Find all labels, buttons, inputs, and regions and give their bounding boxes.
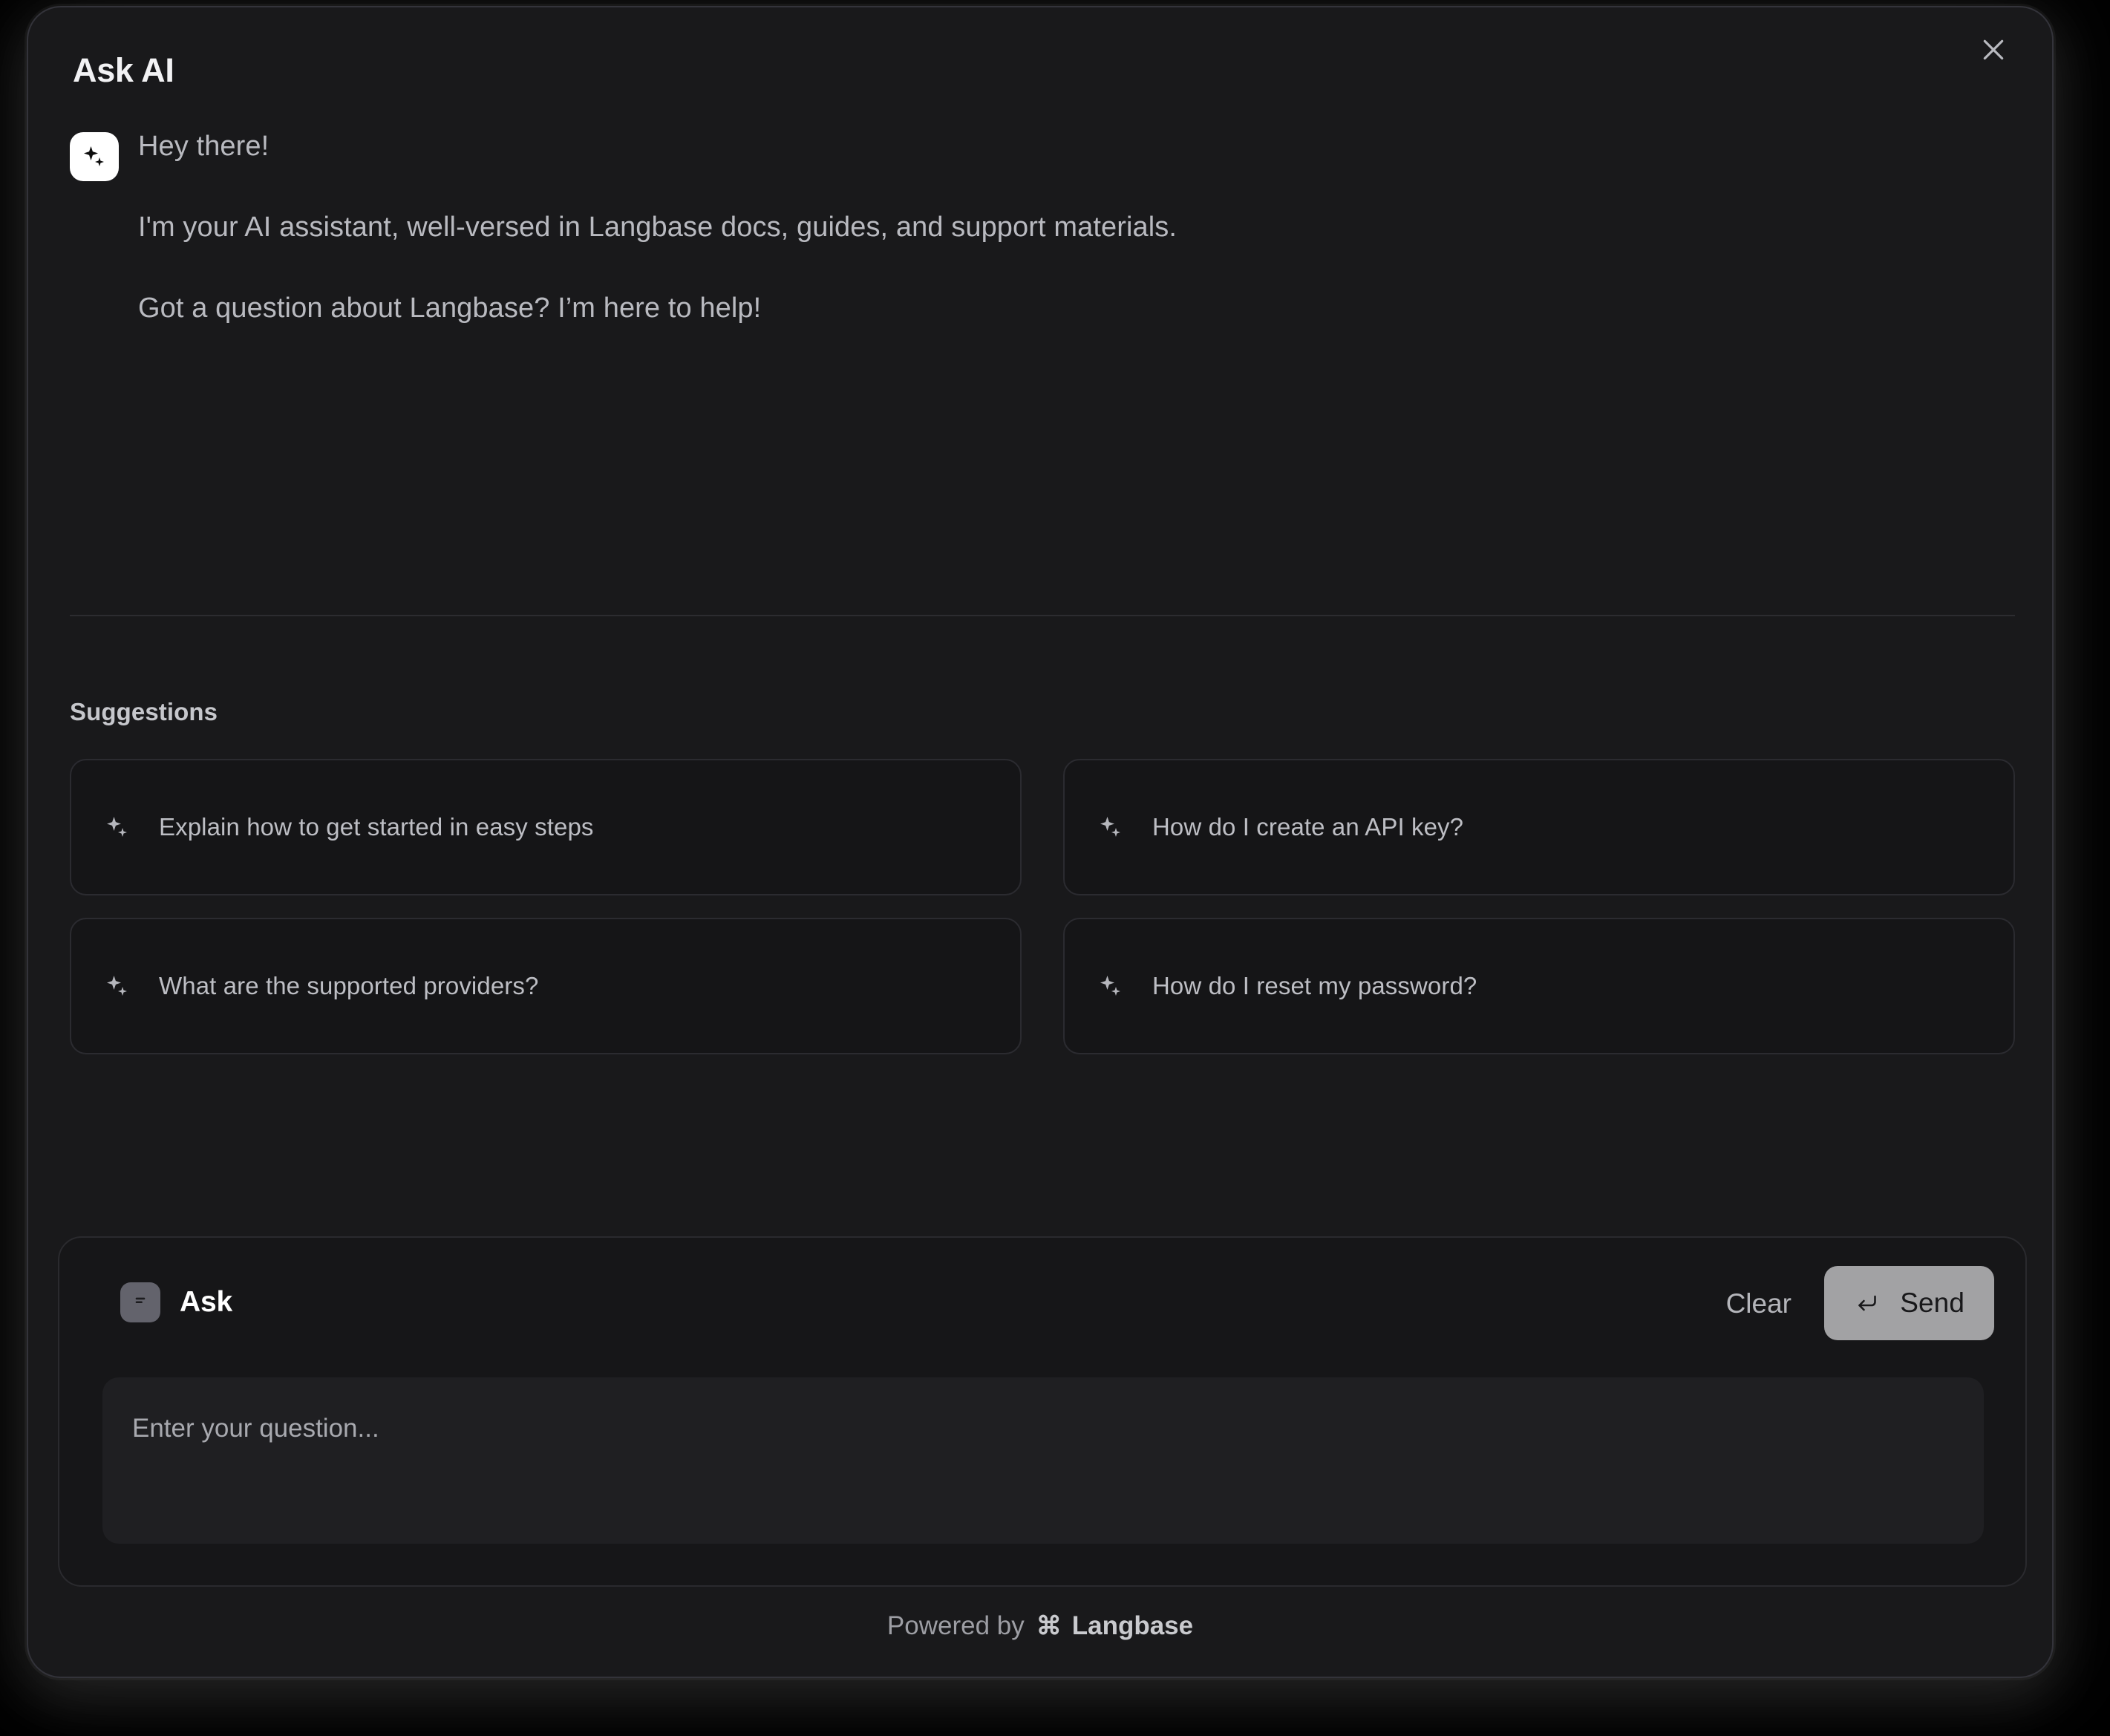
suggestion-card[interactable]: How do I create an API key? — [1063, 759, 2015, 895]
screen: Ask AI Hey there! I'm your AI assistant,… — [0, 0, 2110, 1736]
brand-name: Langbase — [1071, 1611, 1194, 1640]
suggestion-label: Explain how to get started in easy steps — [159, 813, 594, 841]
sparkles-icon — [1094, 811, 1127, 843]
clear-button[interactable]: Clear — [1719, 1284, 1799, 1324]
section-divider — [70, 615, 2015, 616]
suggestion-label: How do I create an API key? — [1152, 813, 1464, 841]
powered-by-label: Powered by — [886, 1611, 1025, 1640]
composer-panel: Ask Clear Send — [58, 1236, 2027, 1587]
sparkles-icon — [101, 811, 134, 843]
suggestion-label: What are the supported providers? — [159, 972, 539, 999]
sparkles-icon — [101, 970, 134, 1002]
sparkles-icon — [1094, 970, 1127, 1002]
suggestion-label: How do I reset my password? — [1152, 972, 1477, 999]
suggestion-card[interactable]: How do I reset my password? — [1063, 918, 2015, 1054]
question-input[interactable] — [102, 1377, 1984, 1544]
suggestions-grid: Explain how to get started in easy steps… — [70, 759, 2015, 1054]
ask-ai-dialog: Ask AI Hey there! I'm your AI assistant,… — [27, 6, 2054, 1678]
message-square-icon — [120, 1282, 160, 1322]
footer: Powered by ⌘ Langbase — [28, 1611, 2052, 1641]
greeting-line-3: Got a question about Langbase? I’m here … — [138, 293, 762, 324]
avatar — [70, 132, 119, 181]
suggestions-heading: Suggestions — [70, 698, 218, 725]
dialog-header: Ask AI — [28, 7, 2052, 119]
brand: ⌘ Langbase — [1036, 1611, 1193, 1641]
greeting-text-block: Hey there! I'm your AI assistant, well-v… — [138, 119, 2015, 329]
suggestion-card[interactable]: Explain how to get started in easy steps — [70, 759, 1022, 895]
sparkles-icon — [79, 142, 109, 172]
greeting-line-2: I'm your AI assistant, well-versed in La… — [138, 212, 1178, 244]
assistant-greeting: Hey there! I'm your AI assistant, well-v… — [70, 119, 2015, 329]
composer-header: Ask — [120, 1282, 232, 1322]
send-button[interactable]: Send — [1824, 1266, 1994, 1340]
close-icon — [1979, 35, 2008, 65]
page-title: Ask AI — [73, 51, 174, 89]
composer-label: Ask — [180, 1286, 232, 1318]
send-button-label: Send — [1900, 1288, 1964, 1318]
enter-return-icon — [1854, 1290, 1881, 1316]
close-button[interactable] — [1969, 25, 2018, 74]
command-glyph-icon: ⌘ — [1036, 1612, 1062, 1640]
greeting-line-1: Hey there! — [138, 131, 270, 162]
suggestion-card[interactable]: What are the supported providers? — [70, 918, 1022, 1054]
